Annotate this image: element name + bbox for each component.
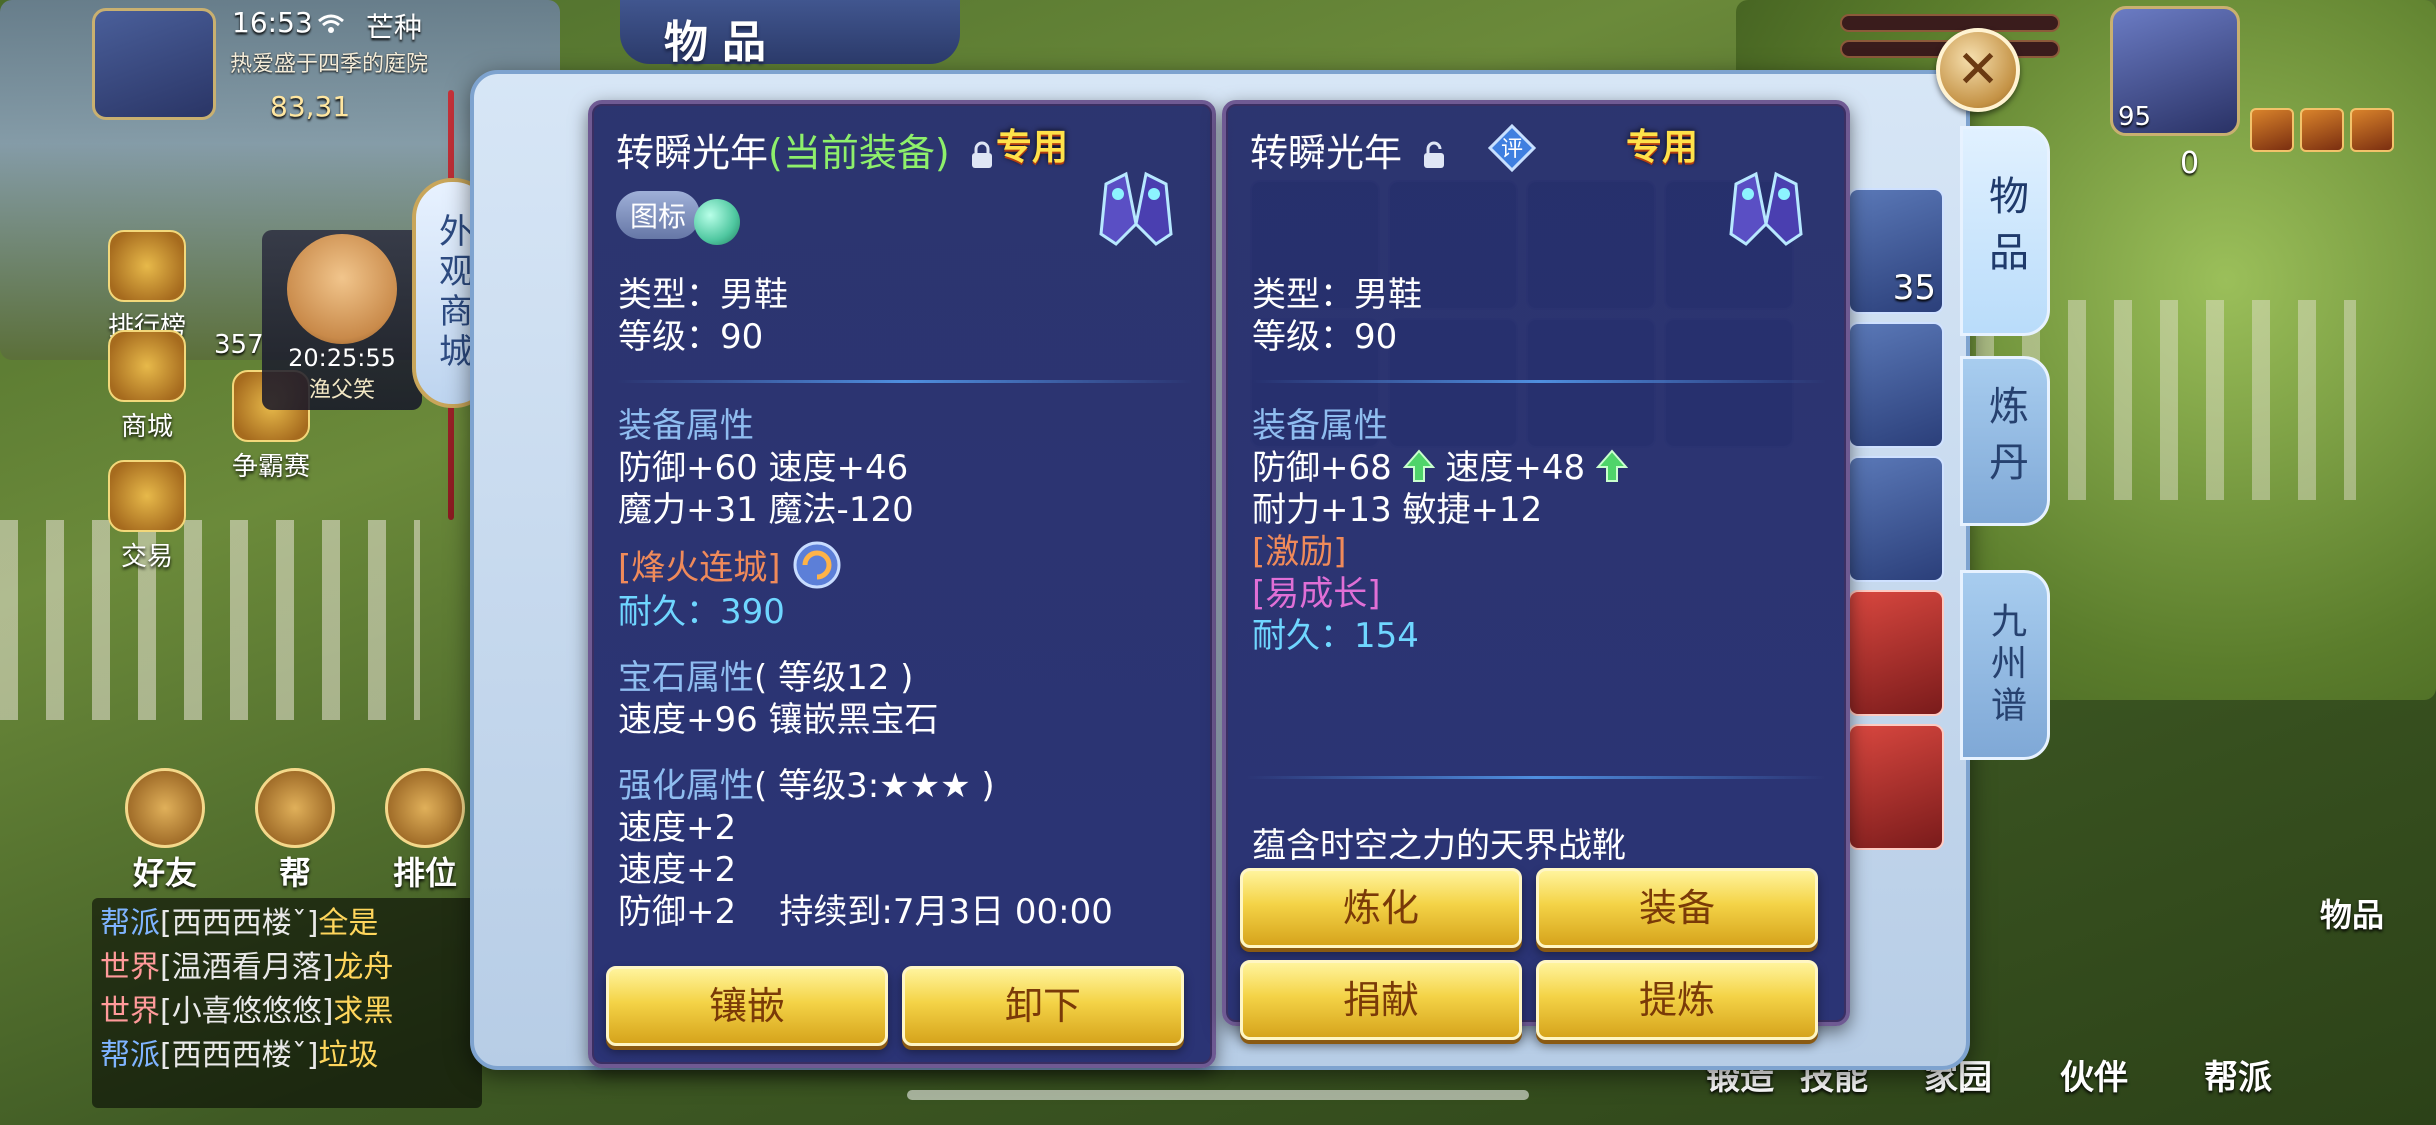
ranking-icon bbox=[108, 230, 186, 302]
close-button[interactable]: ✕ bbox=[1936, 28, 2020, 112]
close-icon: ✕ bbox=[1956, 40, 2000, 100]
chat-line: 世界[小喜悠悠悠]求黑 bbox=[100, 994, 394, 1029]
nav-partners[interactable]: 伙伴 bbox=[2060, 1050, 2128, 1099]
npc-portrait bbox=[287, 234, 397, 344]
tab-items[interactable]: 物品 bbox=[1960, 126, 2050, 336]
gem-header: 宝石属性( 等级12 ) bbox=[618, 658, 914, 698]
menu-shop[interactable]: 商城 bbox=[92, 330, 202, 443]
unlock-icon bbox=[1424, 141, 1445, 168]
trade-icon bbox=[108, 460, 186, 532]
special-effect: [易成长] bbox=[1252, 574, 1381, 614]
inventory-slot-pet[interactable] bbox=[1848, 456, 1944, 582]
chat-line: 世界[温酒看月落]龙舟 bbox=[100, 950, 394, 985]
special-effect: [烽火连城] bbox=[618, 539, 1192, 591]
orb-icon bbox=[694, 198, 741, 245]
pet-hp-bar bbox=[1840, 14, 2060, 32]
equipped-item-tooltip: 转瞬光年(当前装备) 专用 图标 类型：男鞋 等级：90 装备属性 防御+60 … bbox=[588, 100, 1216, 1068]
buff-icon[interactable] bbox=[2350, 108, 2394, 152]
friends-button[interactable]: 好友 bbox=[110, 768, 220, 894]
coords: 83,31 bbox=[270, 90, 351, 123]
home-indicator bbox=[907, 1090, 1529, 1100]
guild-voice-button[interactable]: 帮 bbox=[240, 768, 350, 894]
boots-icon bbox=[1099, 171, 1173, 246]
friends-icon bbox=[125, 768, 205, 848]
solar-term: 芒种 bbox=[366, 11, 423, 44]
npc-counter: 357 bbox=[214, 330, 264, 360]
inventory-slot-locked[interactable] bbox=[1848, 590, 1944, 716]
rank-button[interactable]: 排位 bbox=[370, 768, 480, 894]
menu-ranking[interactable]: 排行榜 bbox=[92, 230, 202, 343]
nav-guild[interactable]: 帮派 bbox=[2204, 1050, 2272, 1099]
shop-icon bbox=[108, 330, 186, 402]
item-level: 等级：90 bbox=[1252, 317, 1398, 357]
enhance-line: 速度+2 bbox=[618, 850, 737, 890]
inventory-slot-locked[interactable] bbox=[1848, 724, 1944, 850]
exclusive-badge: 专用 bbox=[1626, 127, 1699, 168]
compare-item-tooltip: 转瞬光年 评 专用 类型：男鞋 等级：90 装备属性 防御+68 速度+48 耐… bbox=[1222, 100, 1850, 1040]
enhance-line: 速度+2 bbox=[618, 808, 737, 848]
divider bbox=[618, 380, 1192, 383]
window-title: 物品 bbox=[664, 17, 780, 68]
npc-card[interactable]: 20:25:55 渔父笑 bbox=[262, 230, 422, 410]
microphone-icon bbox=[255, 768, 335, 848]
pet-level: 95 bbox=[2118, 102, 2152, 132]
chat-line: 帮派[西西西楼ˇ]垃圾 bbox=[100, 1038, 379, 1073]
equip-button[interactable]: 装备 bbox=[1536, 868, 1818, 948]
clock: 16:53 bbox=[232, 6, 313, 39]
attr-line: 耐力+13 敏捷+12 bbox=[1252, 490, 1543, 530]
gem-line: 速度+96 镶嵌黑宝石 bbox=[618, 700, 939, 740]
extract-button[interactable]: 提炼 bbox=[1536, 960, 1818, 1040]
chat-line: 帮派[西西西楼ˇ]全是 bbox=[100, 906, 379, 941]
bag-button[interactable]: 物品 bbox=[2320, 890, 2384, 936]
pet-counter: 0 bbox=[2180, 146, 2200, 181]
lock-icon bbox=[971, 141, 992, 168]
tab-jiuzhou[interactable]: 九州谱 bbox=[1960, 570, 2050, 760]
attr-line: 防御+68 速度+48 bbox=[1252, 447, 1826, 489]
place-slogan: 热爱盛于四季的庭院 bbox=[230, 52, 429, 77]
item-type: 类型：男鞋 bbox=[618, 275, 788, 315]
boots-icon bbox=[1729, 171, 1803, 246]
npc-name: 渔父笑 bbox=[308, 378, 375, 403]
rate-icon[interactable]: 评 bbox=[1488, 124, 1536, 172]
enhance-header: 强化属性( 等级3:★★★ ) bbox=[618, 766, 995, 806]
buff-icon[interactable] bbox=[2250, 108, 2294, 152]
enhance-line: 防御+2 持续到:7月3日 00:00 bbox=[618, 892, 1113, 932]
item-type: 类型：男鞋 bbox=[1252, 275, 1422, 315]
exclusive-badge: 专用 bbox=[996, 127, 1069, 168]
attr-header: 装备属性 bbox=[1252, 406, 1388, 446]
player-avatar[interactable] bbox=[92, 8, 216, 120]
donate-button[interactable]: 捐献 bbox=[1240, 960, 1522, 1040]
unequip-button[interactable]: 卸下 bbox=[902, 966, 1184, 1046]
rank-icon bbox=[385, 768, 465, 848]
npc-timer: 20:25:55 bbox=[288, 344, 396, 372]
attr-line: 魔力+31 魔法-120 bbox=[618, 490, 914, 530]
divider bbox=[1252, 380, 1826, 383]
item-description: 蕴含时空之力的天界战靴 bbox=[1252, 826, 1626, 866]
svg-text:评: 评 bbox=[1501, 137, 1523, 162]
arrow-up-icon bbox=[1402, 449, 1435, 482]
divider bbox=[1246, 776, 1826, 779]
tab-alchemy[interactable]: 炼丹 bbox=[1960, 356, 2050, 526]
attr-line: 防御+60 速度+46 bbox=[618, 448, 909, 488]
arrow-up-icon bbox=[1595, 449, 1628, 482]
attr-header: 装备属性 bbox=[618, 406, 754, 446]
buff-icon[interactable] bbox=[2300, 108, 2344, 152]
item-count: 35 bbox=[1892, 268, 1936, 308]
inlay-button[interactable]: 镶嵌 bbox=[606, 966, 888, 1046]
chat-panel[interactable]: 帮派[西西西楼ˇ]全是 世界[温酒看月落]龙舟 世界[小喜悠悠悠]求黑 帮派[西… bbox=[92, 898, 482, 1108]
appearance-icon-tag[interactable]: 图标 bbox=[616, 191, 701, 239]
swirl-icon bbox=[793, 541, 841, 589]
special-effect: [激励] bbox=[1252, 532, 1347, 572]
background-fence bbox=[0, 520, 420, 720]
durability: 耐久：154 bbox=[1252, 616, 1419, 656]
menu-trade[interactable]: 交易 bbox=[92, 460, 202, 573]
wifi-icon bbox=[318, 14, 344, 33]
inventory-slot-orb[interactable]: 35 bbox=[1848, 188, 1944, 314]
refine-button[interactable]: 炼化 bbox=[1240, 868, 1522, 948]
durability: 耐久：390 bbox=[618, 592, 785, 632]
item-level: 等级：90 bbox=[618, 317, 764, 357]
inventory-slot-wine[interactable] bbox=[1848, 322, 1944, 448]
